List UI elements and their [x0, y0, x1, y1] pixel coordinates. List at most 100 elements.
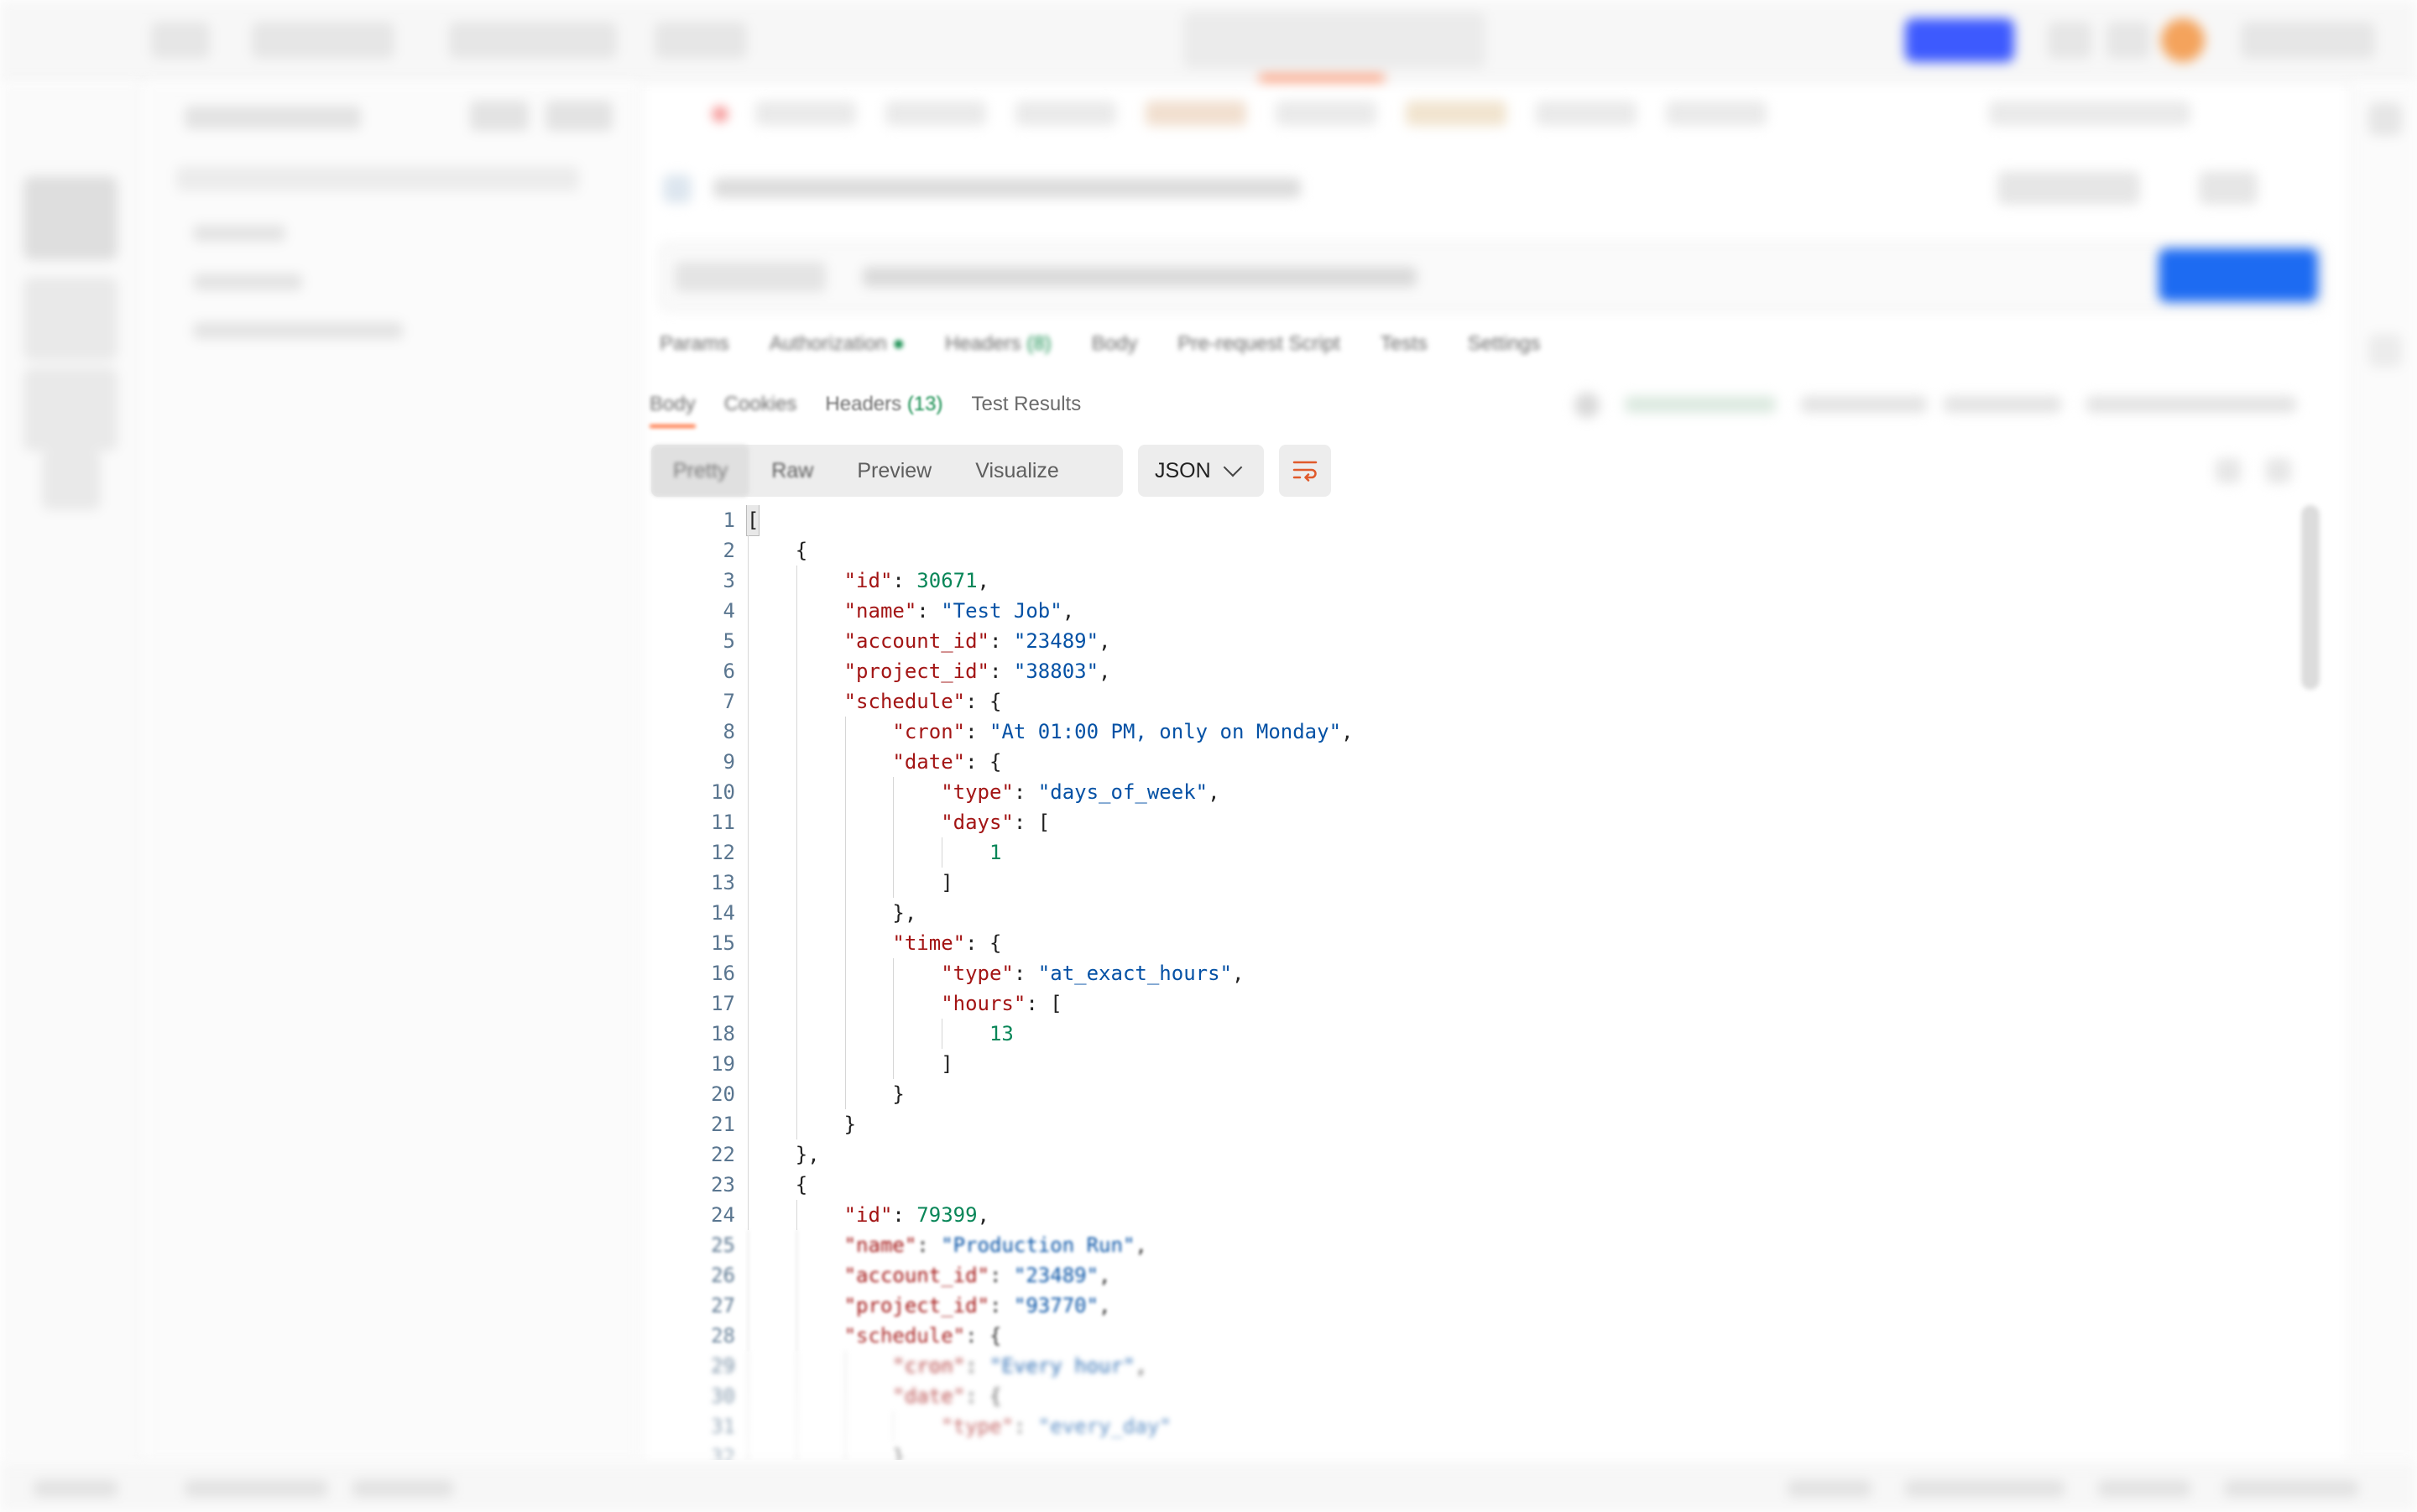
indent-guide [844, 988, 846, 1019]
sidebar-search[interactable] [176, 166, 579, 191]
indent-guide [844, 1411, 846, 1442]
json-punct: : [1013, 780, 1026, 804]
rail-item-history[interactable] [23, 368, 117, 451]
json-punct: , [1231, 962, 1245, 985]
rail-item-environments[interactable] [23, 277, 117, 361]
cookies-button[interactable] [352, 1480, 453, 1497]
json-punct: : [989, 1264, 1002, 1287]
tab-response-headers[interactable]: Headers (13) [825, 393, 942, 416]
json-key: "type" [941, 1415, 1014, 1438]
indent-guide [748, 1351, 749, 1381]
runner-button[interactable] [1788, 1480, 1871, 1497]
indent-guide [796, 1200, 797, 1230]
online-status[interactable] [34, 1480, 117, 1497]
json-punct [929, 599, 941, 623]
json-punct: : [989, 629, 1002, 653]
code-line: } [747, 1079, 1353, 1109]
tab-authorization-label: Authorization [769, 332, 887, 355]
tab-body[interactable]: Body [1092, 332, 1138, 366]
share-button[interactable] [2199, 171, 2258, 205]
json-punct [1026, 1415, 1037, 1438]
format-raw[interactable]: Raw [749, 445, 835, 497]
tab-pre-request-script[interactable]: Pre-request Script [1177, 332, 1339, 366]
explore-menu[interactable] [655, 22, 747, 59]
notifications-icon[interactable] [2106, 22, 2150, 59]
wrap-lines-button[interactable] [1279, 445, 1331, 497]
send-button[interactable] [2159, 248, 2318, 302]
new-button[interactable] [470, 101, 529, 131]
method-select[interactable] [675, 262, 826, 292]
console-button[interactable] [185, 1480, 327, 1497]
layout-button[interactable] [2098, 1480, 2190, 1497]
indent-guide [796, 1411, 797, 1442]
line-number-gutter: 1 2 3 4 5 6 7 8 9 10 11 12 13 14 15 16 17 18 19 20 21 22 23 24 2… [651, 505, 735, 1460]
indent-guide [796, 1442, 797, 1460]
code-line: "name": "Production Run", [747, 1230, 1353, 1260]
json-punct: { [977, 1384, 1002, 1408]
rail-item-collections[interactable] [23, 176, 117, 260]
language-select[interactable]: JSON [1138, 445, 1264, 497]
editor-scrollbar[interactable] [2298, 505, 2323, 740]
indent-guide [796, 747, 797, 777]
global-search-input[interactable] [1183, 12, 1485, 69]
tab-settings[interactable]: Settings [1468, 332, 1541, 366]
tab-response-cookies[interactable]: Cookies [724, 393, 797, 416]
json-punct [747, 1022, 989, 1045]
request-tab[interactable] [1146, 101, 1246, 126]
request-tab[interactable] [1276, 101, 1376, 126]
rail-item-add[interactable] [42, 451, 101, 510]
json-punct: , [1341, 720, 1354, 743]
avatar[interactable] [2161, 18, 2205, 62]
tab-params[interactable]: Params [660, 332, 729, 366]
invite-button[interactable] [1905, 18, 2014, 62]
request-tab[interactable] [1015, 101, 1116, 126]
line-number: 32 [711, 1445, 735, 1460]
tab-headers[interactable]: Headers (8) [945, 332, 1052, 366]
code-line: "type": "at_exact_hours", [747, 958, 1353, 988]
request-tab[interactable] [885, 101, 986, 126]
code-icon[interactable] [2368, 334, 2402, 368]
home-button[interactable] [151, 22, 210, 59]
save-response-button[interactable] [2086, 396, 2296, 413]
help-button[interactable] [2224, 1480, 2358, 1497]
json-punct: , [1099, 629, 1111, 653]
upgrade-button[interactable] [2241, 22, 2375, 59]
tab-response-body[interactable]: Body [650, 393, 696, 428]
request-tab[interactable] [1406, 101, 1506, 126]
import-button[interactable] [546, 101, 613, 131]
tab-tests[interactable]: Tests [1381, 332, 1428, 366]
tab-test-results[interactable]: Test Results [972, 393, 1082, 416]
request-tab[interactable] [755, 101, 856, 126]
code-line: 1 [747, 837, 1353, 868]
request-tab[interactable] [1536, 101, 1637, 126]
copy-icon[interactable] [2266, 458, 2291, 483]
request-tab[interactable] [1666, 101, 1767, 126]
format-visualize[interactable]: Visualize [953, 445, 1081, 497]
save-button[interactable] [1997, 171, 2140, 205]
trash-button[interactable] [1905, 1480, 2065, 1497]
url-input[interactable] [863, 267, 1417, 287]
format-pretty[interactable]: Pretty [651, 445, 750, 497]
json-punct [747, 750, 892, 774]
response-body-editor[interactable]: 1 2 3 4 5 6 7 8 9 10 11 12 13 14 15 16 17 18 19 20 21 22 23 24 2… [651, 505, 2300, 1460]
json-string: "23489" [1013, 629, 1099, 653]
json-number: 79399 [916, 1203, 978, 1227]
search-icon[interactable] [2216, 458, 2241, 483]
line-number: 12 [711, 841, 735, 864]
collection-item[interactable] [193, 225, 285, 242]
collection-item[interactable] [193, 322, 403, 339]
settings-icon[interactable] [2048, 22, 2091, 59]
http-icon [663, 175, 692, 203]
indent-guide [796, 1260, 797, 1290]
tab-authorization[interactable]: Authorization ● [770, 332, 905, 366]
workspaces-menu[interactable] [252, 22, 394, 59]
info-icon[interactable] [2368, 102, 2402, 136]
json-punct: }, [747, 1143, 820, 1166]
format-preview[interactable]: Preview [835, 445, 953, 497]
collection-item[interactable] [193, 274, 302, 290]
code-line: "project_id": "93770", [747, 1290, 1353, 1321]
environment-selector[interactable] [1989, 101, 2190, 126]
scrollbar-thumb[interactable] [2301, 505, 2320, 690]
api-network-menu[interactable] [449, 22, 617, 59]
json-punct: : [1013, 1415, 1026, 1438]
